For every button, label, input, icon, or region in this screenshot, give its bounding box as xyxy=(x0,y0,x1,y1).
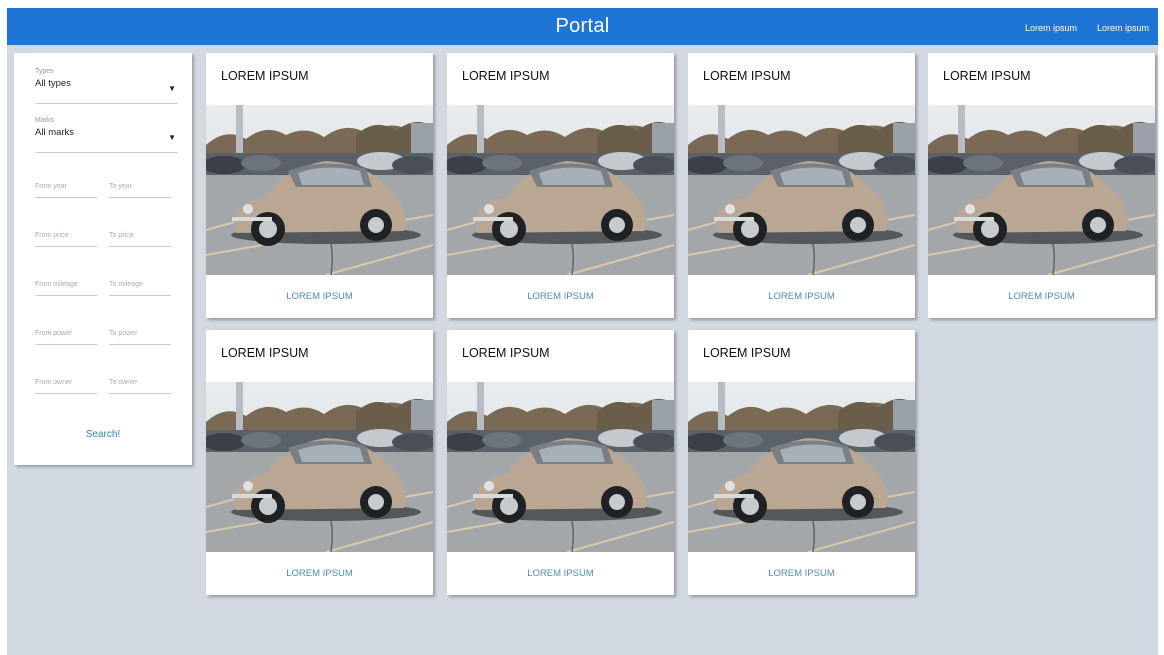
from-price-input[interactable]: From price xyxy=(35,232,97,247)
types-underline xyxy=(35,103,178,104)
triangle-down-icon: ▼ xyxy=(168,133,176,142)
nav-link-1[interactable]: Lorem ipsum xyxy=(1025,23,1077,33)
types-label: Types xyxy=(35,68,54,75)
car-photo[interactable] xyxy=(447,382,674,552)
card-title: LOREM IPSUM xyxy=(462,346,550,360)
marks-select[interactable]: Marks All marks ▼ xyxy=(35,117,178,153)
card-link[interactable]: LOREM IPSUM xyxy=(928,291,1155,302)
from-owner-input[interactable]: From owner xyxy=(35,379,97,394)
car-photo[interactable] xyxy=(688,105,915,275)
listing-card: LOREM IPSUM LOREM IPSUM xyxy=(206,53,433,318)
marks-underline xyxy=(35,152,178,153)
filter-panel: Types All types ▼ Marks All marks ▼ From… xyxy=(14,53,192,465)
to-power-input[interactable]: To power xyxy=(109,330,171,345)
marks-value: All marks xyxy=(35,127,75,138)
listing-card: LOREM IPSUM LOREM IPSUM xyxy=(206,330,433,595)
car-photo[interactable] xyxy=(206,382,433,552)
car-photo[interactable] xyxy=(688,382,915,552)
car-photo[interactable] xyxy=(206,105,433,275)
nav-link-2[interactable]: Lorem ipsum xyxy=(1097,23,1149,33)
card-title: LOREM IPSUM xyxy=(943,69,1031,83)
page-frame: Portal Lorem ipsum Lorem ipsum Types All… xyxy=(7,8,1158,655)
to-mileage-input[interactable]: To mileage xyxy=(109,281,171,296)
search-button[interactable]: Search! xyxy=(14,429,192,440)
card-title: LOREM IPSUM xyxy=(703,69,791,83)
car-photo[interactable] xyxy=(928,105,1155,275)
types-value: All types xyxy=(35,78,71,89)
card-title: LOREM IPSUM xyxy=(462,69,550,83)
from-mileage-input[interactable]: From mileage xyxy=(35,281,97,296)
marks-label: Marks xyxy=(35,117,55,124)
card-link[interactable]: LOREM IPSUM xyxy=(206,568,433,579)
car-photo[interactable] xyxy=(447,105,674,275)
listing-card: LOREM IPSUM LOREM IPSUM xyxy=(928,53,1155,318)
card-link[interactable]: LOREM IPSUM xyxy=(447,291,674,302)
card-link[interactable]: LOREM IPSUM xyxy=(206,291,433,302)
listing-card: LOREM IPSUM LOREM IPSUM xyxy=(447,330,674,595)
triangle-down-icon: ▼ xyxy=(168,84,176,93)
card-title: LOREM IPSUM xyxy=(703,346,791,360)
types-select[interactable]: Types All types ▼ xyxy=(35,68,178,104)
to-price-input[interactable]: To price xyxy=(109,232,171,247)
header-bar: Portal Lorem ipsum Lorem ipsum xyxy=(7,8,1158,45)
card-link[interactable]: LOREM IPSUM xyxy=(447,568,674,579)
portal-title: Portal xyxy=(555,15,610,37)
card-title: LOREM IPSUM xyxy=(221,69,309,83)
listing-card: LOREM IPSUM LOREM IPSUM xyxy=(688,53,915,318)
listing-card: LOREM IPSUM LOREM IPSUM xyxy=(447,53,674,318)
card-link[interactable]: LOREM IPSUM xyxy=(688,291,915,302)
from-power-input[interactable]: From power xyxy=(35,330,97,345)
to-owner-input[interactable]: To owner xyxy=(109,379,171,394)
from-year-input[interactable]: From year xyxy=(35,183,97,198)
card-title: LOREM IPSUM xyxy=(221,346,309,360)
card-link[interactable]: LOREM IPSUM xyxy=(688,568,915,579)
to-year-input[interactable]: To year xyxy=(109,183,171,198)
listing-card: LOREM IPSUM LOREM IPSUM xyxy=(688,330,915,595)
